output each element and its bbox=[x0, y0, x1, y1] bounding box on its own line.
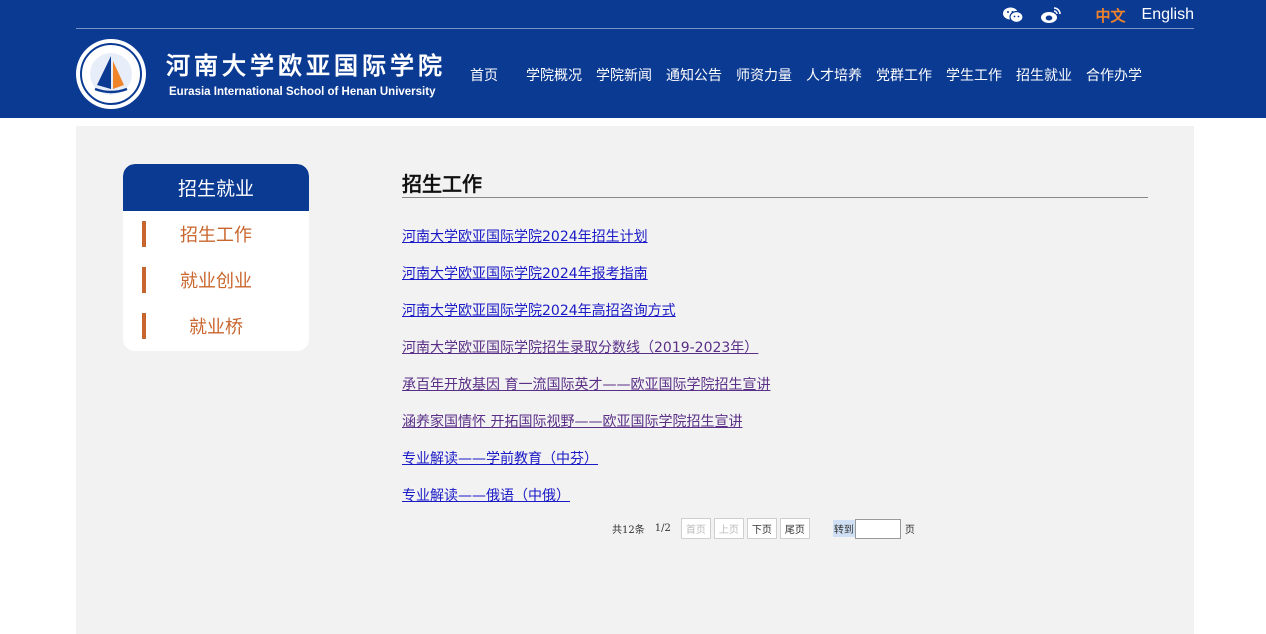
pager-page-indicator: 1/2 bbox=[654, 523, 671, 534]
sidebar-item-marker bbox=[142, 267, 146, 293]
sidebar-item-label: 招生工作 bbox=[180, 225, 252, 246]
news-link[interactable]: 专业解读——学前教育（中芬） bbox=[402, 448, 1148, 485]
sidebar: 招生就业 招生工作 就业创业 就业桥 bbox=[123, 164, 309, 351]
pagination: 共12条 1/2 首页 上页 下页 尾页 转到 页 bbox=[612, 518, 915, 539]
pager-prev-button[interactable]: 上页 bbox=[713, 518, 744, 539]
lang-chinese-link[interactable]: 中文 bbox=[1096, 5, 1126, 26]
header-divider bbox=[76, 28, 1194, 29]
sidebar-title: 招生就业 bbox=[123, 164, 309, 211]
sidebar-item-admissions[interactable]: 招生工作 bbox=[123, 211, 309, 257]
nav-home[interactable]: 首页 bbox=[470, 65, 498, 85]
news-list: 河南大学欧亚国际学院2024年招生计划 河南大学欧亚国际学院2024年报考指南 … bbox=[402, 226, 1148, 522]
school-seal-icon bbox=[80, 43, 142, 105]
nav-notices[interactable]: 通知公告 bbox=[666, 65, 722, 85]
pager-goto-input[interactable] bbox=[854, 518, 901, 539]
news-link[interactable]: 河南大学欧亚国际学院招生录取分数线（2019-2023年） bbox=[402, 337, 1148, 374]
sidebar-item-label: 就业桥 bbox=[189, 317, 243, 338]
sidebar-item-employment[interactable]: 就业创业 bbox=[123, 257, 309, 303]
school-logo[interactable] bbox=[76, 39, 146, 109]
nav-cooperation[interactable]: 合作办学 bbox=[1086, 65, 1142, 85]
nav-party[interactable]: 党群工作 bbox=[876, 65, 932, 85]
news-link[interactable]: 涵养家国情怀 开拓国际视野——欧亚国际学院招生宣讲 bbox=[402, 411, 1148, 448]
pager-goto-button[interactable]: 转到 bbox=[832, 520, 855, 537]
news-link[interactable]: 承百年开放基因 育一流国际英才——欧亚国际学院招生宣讲 bbox=[402, 374, 1148, 411]
nav-students[interactable]: 学生工作 bbox=[946, 65, 1002, 85]
site-header: 中文 English 河南大学欧亚国际学院 Eurasia Internatio… bbox=[0, 0, 1266, 118]
page-title: 招生工作 bbox=[402, 172, 482, 196]
sidebar-item-career-bridge[interactable]: 就业桥 bbox=[123, 303, 309, 349]
pager-first-button[interactable]: 首页 bbox=[680, 518, 711, 539]
wechat-icon[interactable] bbox=[1002, 5, 1024, 25]
sidebar-item-marker bbox=[142, 313, 146, 339]
nav-education[interactable]: 人才培养 bbox=[806, 65, 862, 85]
nav-about[interactable]: 学院概况 bbox=[526, 65, 582, 85]
top-utilities: 中文 English bbox=[1002, 4, 1194, 26]
pager-page-unit: 页 bbox=[904, 525, 915, 536]
nav-admissions[interactable]: 招生就业 bbox=[1016, 65, 1072, 85]
pager-total: 共12条 bbox=[612, 525, 645, 536]
news-link[interactable]: 河南大学欧亚国际学院2024年招生计划 bbox=[402, 226, 1148, 263]
main-nav: 首页 学院概况 学院新闻 通知公告 师资力量 人才培养 党群工作 学生工作 招生… bbox=[470, 64, 1156, 86]
content-area: 招生就业 招生工作 就业创业 就业桥 招生工作 河南大学欧亚国际学院2024年招… bbox=[76, 126, 1194, 634]
news-link[interactable]: 河南大学欧亚国际学院2024年报考指南 bbox=[402, 263, 1148, 300]
sidebar-item-marker bbox=[142, 221, 146, 247]
school-name-cn: 河南大学欧亚国际学院 bbox=[166, 51, 446, 80]
pager-last-button[interactable]: 尾页 bbox=[779, 518, 810, 539]
school-name-en: Eurasia International School of Henan Un… bbox=[169, 86, 436, 98]
nav-news[interactable]: 学院新闻 bbox=[596, 65, 652, 85]
news-link[interactable]: 专业解读——俄语（中俄） bbox=[402, 485, 1148, 522]
news-link[interactable]: 河南大学欧亚国际学院2024年高招咨询方式 bbox=[402, 300, 1148, 337]
sidebar-item-label: 就业创业 bbox=[180, 271, 252, 292]
title-divider bbox=[402, 197, 1148, 198]
lang-english-link[interactable]: English bbox=[1142, 6, 1194, 24]
nav-faculty[interactable]: 师资力量 bbox=[736, 65, 792, 85]
pager-next-button[interactable]: 下页 bbox=[746, 518, 777, 539]
weibo-icon[interactable] bbox=[1040, 5, 1062, 25]
